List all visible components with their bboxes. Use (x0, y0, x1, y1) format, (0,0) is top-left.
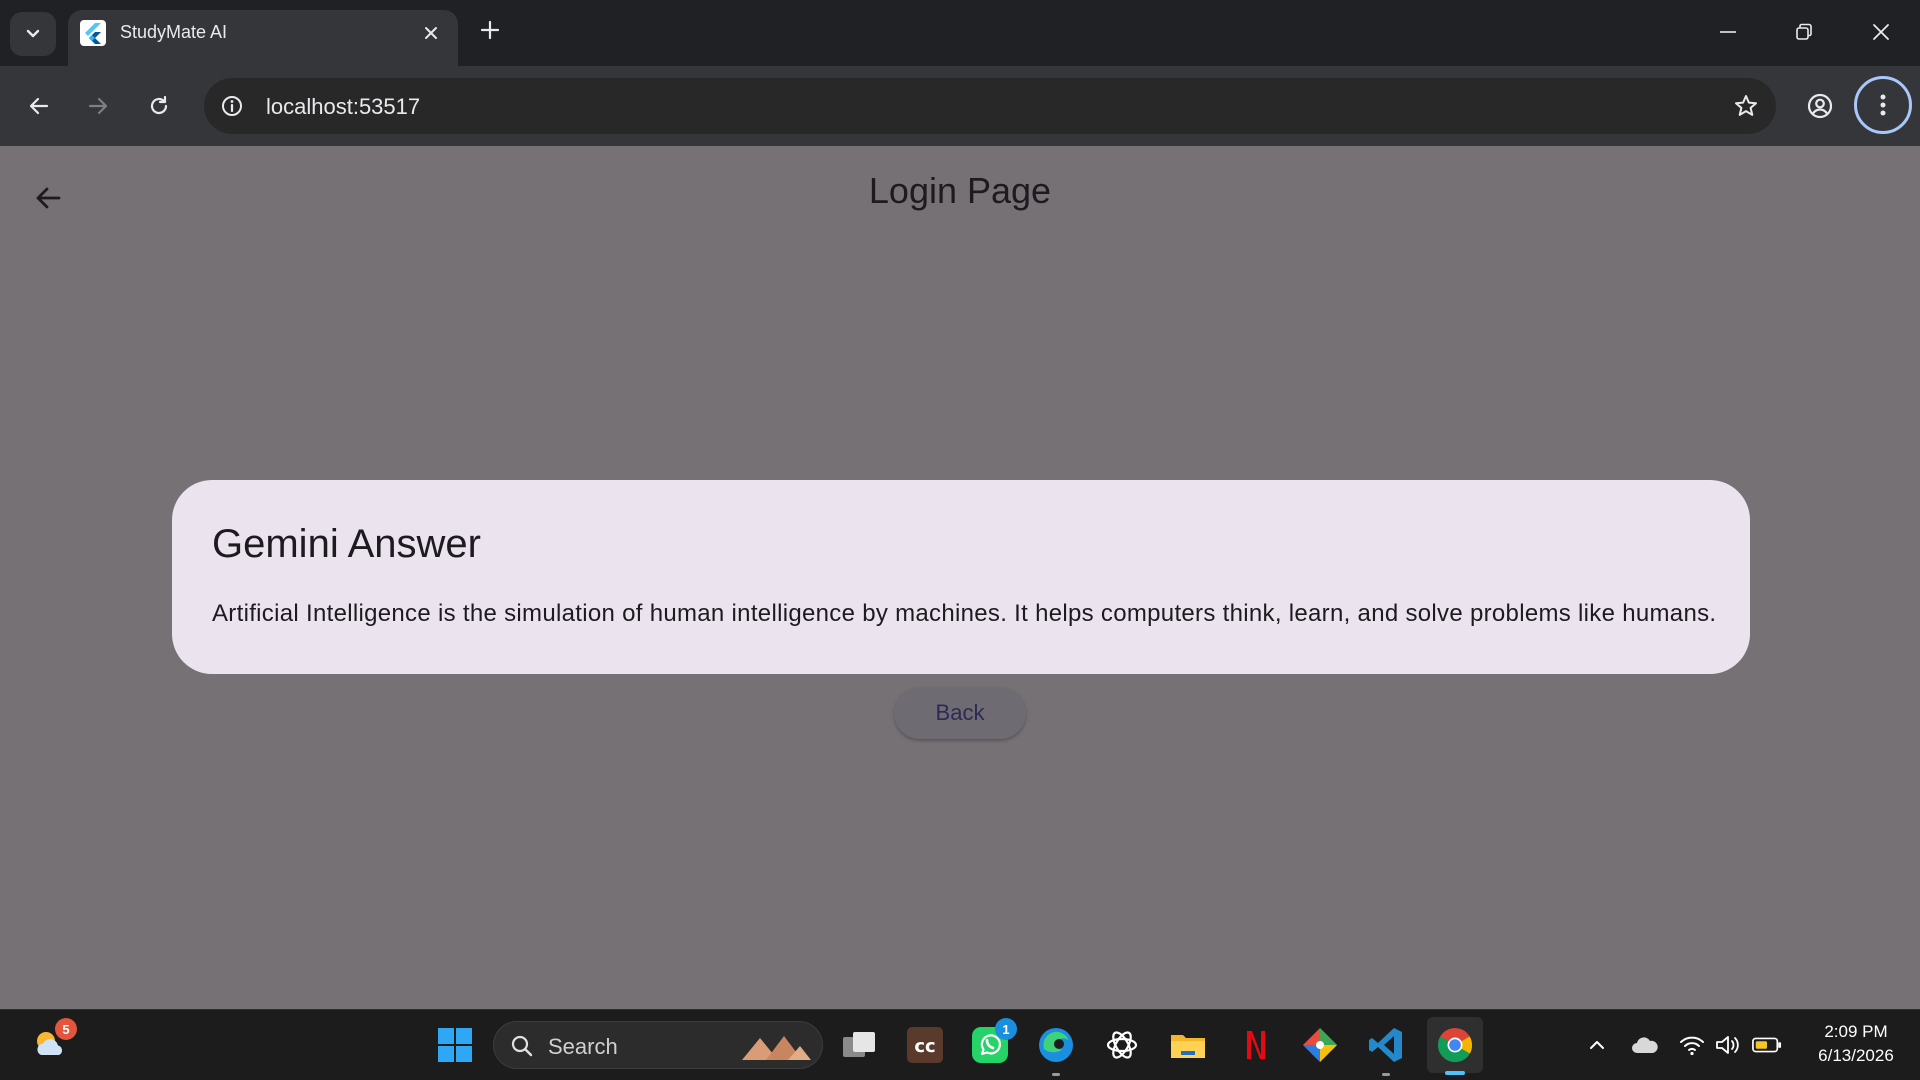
weather-badge: 5 (55, 1018, 77, 1040)
weather-widget[interactable]: 5 (27, 1018, 77, 1068)
taskbar-app-netflix[interactable] (1231, 1022, 1277, 1068)
flutter-icon (80, 20, 106, 46)
account-circle-icon (1807, 93, 1833, 119)
tab-close-button[interactable] (418, 20, 444, 46)
browser-tab[interactable]: StudyMate AI (68, 10, 458, 66)
wifi-icon[interactable] (1677, 1030, 1707, 1060)
address-bar[interactable]: localhost:53517 (204, 78, 1776, 134)
search-label: Search (548, 1034, 618, 1059)
clock-date: 6/13/2026 (1818, 1046, 1894, 1065)
reload-icon (150, 95, 168, 115)
start-button[interactable] (432, 1022, 478, 1068)
edge-icon (1039, 1028, 1073, 1062)
taskbar-app-chrome[interactable] (1427, 1017, 1483, 1075)
minimize-icon (1720, 31, 1736, 33)
taskbar-app-cc[interactable]: cc (902, 1022, 948, 1068)
taskbar-app-vscode[interactable] (1363, 1022, 1409, 1076)
taskbar-app-file-explorer[interactable] (1165, 1022, 1211, 1068)
forward-nav-button[interactable] (76, 84, 120, 128)
netflix-icon (1247, 1031, 1265, 1059)
pyramids-icon (742, 1036, 811, 1060)
tab-strip: StudyMate AI (0, 0, 1920, 66)
onedrive-icon[interactable] (1630, 1030, 1660, 1060)
diamond-app-icon (1303, 1028, 1337, 1062)
chevron-down-icon (26, 29, 40, 38)
running-indicator (1052, 1073, 1060, 1076)
active-indicator (1445, 1071, 1465, 1075)
back-nav-button[interactable] (17, 84, 61, 128)
dialog-title: Gemini Answer (212, 522, 481, 566)
minimize-button[interactable] (1700, 12, 1756, 52)
task-view-button[interactable] (836, 1022, 882, 1068)
running-indicator (1382, 1073, 1390, 1076)
arrow-right-icon (88, 97, 108, 115)
show-hidden-icons-button[interactable] (1582, 1030, 1612, 1060)
restore-icon (1796, 23, 1812, 40)
tab-title: StudyMate AI (120, 22, 228, 42)
volume-icon[interactable] (1713, 1030, 1743, 1060)
system-clock[interactable]: 2:09 PM 6/13/2026 (1800, 1020, 1912, 1068)
taskbar-app-edge[interactable] (1033, 1022, 1079, 1076)
chrome-icon (1438, 1028, 1473, 1063)
vscode-icon (1369, 1028, 1402, 1062)
chevron-up-icon (1590, 1041, 1604, 1049)
close-window-button[interactable] (1853, 12, 1909, 52)
reload-button[interactable] (137, 84, 181, 128)
windows-icon (438, 1028, 472, 1062)
url-text[interactable]: localhost:53517 (266, 94, 420, 120)
battery-icon[interactable] (1752, 1030, 1782, 1060)
arrow-left-icon (29, 97, 49, 115)
page-title: Login Page (868, 170, 1052, 211)
more-vertical-icon (1880, 94, 1886, 116)
whatsapp-badge: 1 (995, 1018, 1017, 1040)
answer-dialog: Gemini Answer Artificial Intelligence is… (172, 480, 1750, 674)
taskbar-search[interactable]: Search (493, 1021, 823, 1069)
clock-time: 2:09 PM (1824, 1022, 1888, 1041)
close-icon (1873, 24, 1889, 40)
dialog-body: Artificial Intelligence is the simulatio… (212, 600, 1717, 627)
site-info-icon[interactable] (216, 90, 248, 122)
chatgpt-icon (1106, 1031, 1138, 1059)
taskbar-app-chatgpt[interactable] (1099, 1022, 1145, 1068)
cc-app-icon: cc (907, 1027, 943, 1063)
close-icon (425, 27, 437, 39)
search-icon (511, 1035, 533, 1057)
svg-text:cc: cc (914, 1036, 935, 1057)
back-button[interactable]: Back (894, 687, 1026, 739)
new-tab-button[interactable] (474, 14, 506, 46)
task-view-icon (843, 1032, 875, 1057)
folder-icon (1171, 1035, 1205, 1058)
taskbar: 5 Search cc 1 2:09 PM 6/13/2026 (0, 1009, 1920, 1080)
page-content: Login Page Gemini Answer Artificial Inte… (0, 146, 1920, 1009)
taskbar-app-git[interactable] (1297, 1022, 1343, 1068)
restore-button[interactable] (1776, 12, 1832, 52)
taskbar-app-whatsapp[interactable]: 1 (967, 1018, 1017, 1068)
bookmark-star-icon[interactable] (1730, 90, 1762, 122)
profile-button[interactable] (1798, 84, 1842, 128)
plus-icon (480, 20, 500, 40)
tab-search-button[interactable] (10, 12, 56, 56)
chrome-menu-button[interactable] (1854, 76, 1912, 134)
browser-toolbar: localhost:53517 (0, 66, 1920, 146)
